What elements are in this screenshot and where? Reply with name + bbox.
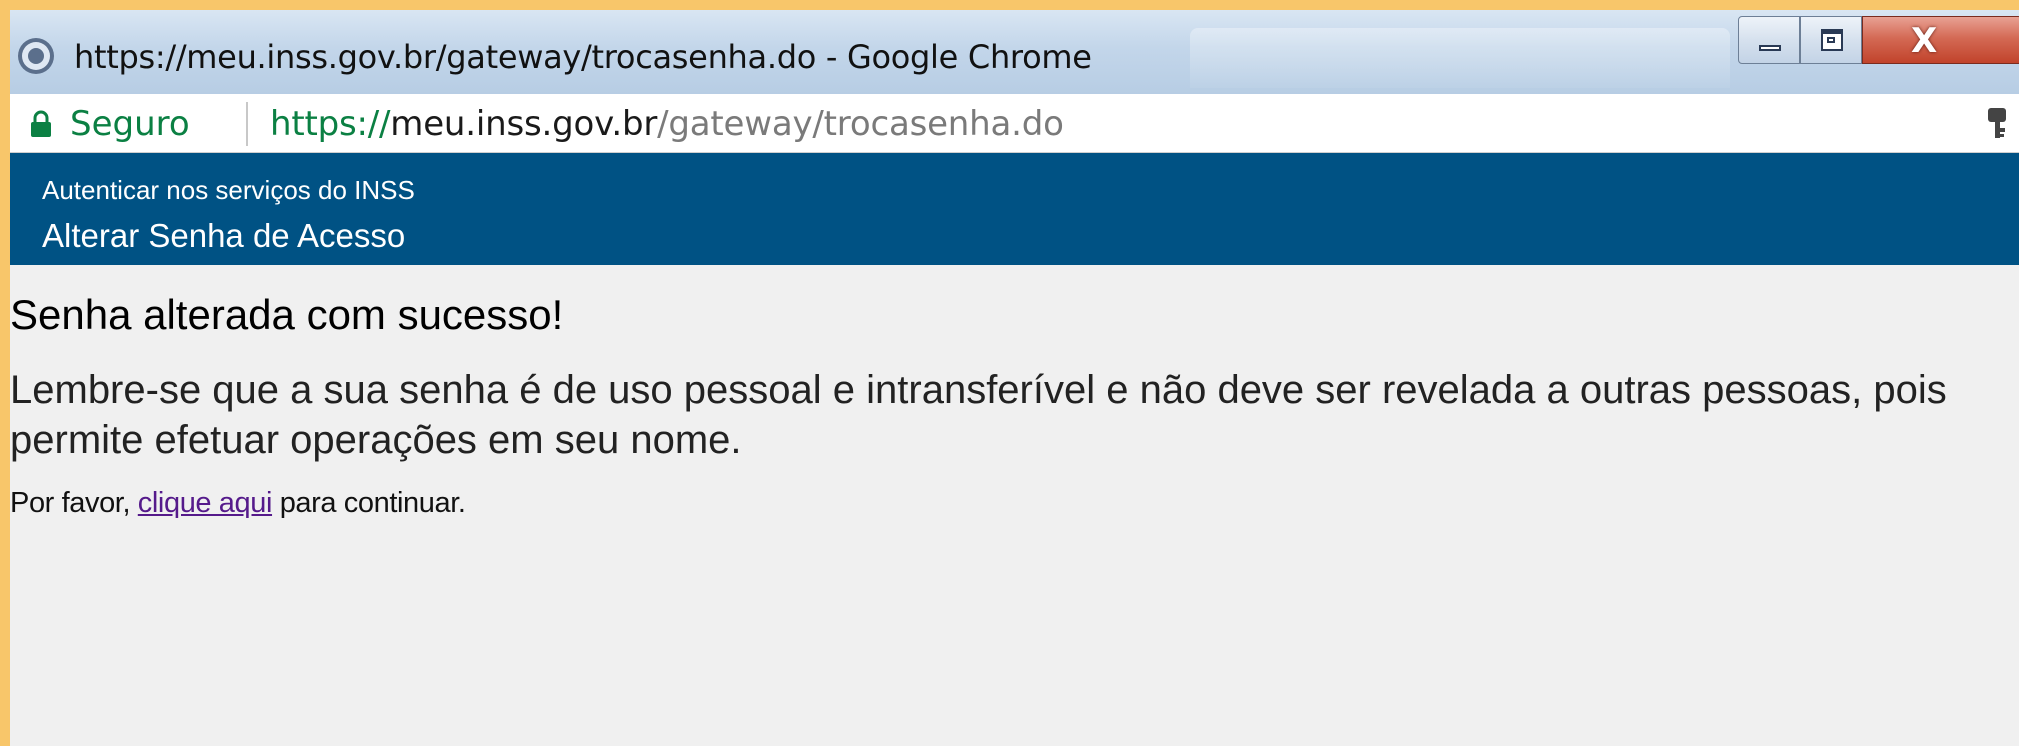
header-title: Alterar Senha de Acesso	[42, 217, 406, 254]
background-tab	[1190, 28, 1730, 88]
chrome-app-icon	[18, 38, 54, 74]
continue-link[interactable]: clique aqui	[138, 487, 273, 519]
url-text[interactable]: https://meu.inss.gov.br/gateway/trocasen…	[270, 104, 1064, 144]
window-title: https://meu.inss.gov.br/gateway/trocasen…	[74, 38, 1092, 76]
maximize-button[interactable]	[1800, 16, 1862, 64]
close-button[interactable]: X	[1862, 16, 2019, 64]
url-host: meu.inss.gov.br	[390, 104, 658, 144]
header-subtitle: Autenticar nos serviços do INSS	[42, 175, 415, 205]
secure-label[interactable]: Seguro	[70, 104, 190, 144]
maximize-icon	[1821, 29, 1843, 51]
address-bar[interactable]: Seguro https://meu.inss.gov.br/gateway/t…	[10, 94, 2019, 154]
close-icon: X	[1911, 21, 1938, 61]
minimize-icon	[1759, 45, 1781, 51]
browser-window: https://meu.inss.gov.br/gateway/trocasen…	[10, 10, 2019, 746]
continue-line: Por favor, clique aqui para continuar.	[10, 487, 466, 520]
window-controls: X	[1738, 16, 2019, 70]
success-heading: Senha alterada com sucesso!	[10, 291, 564, 338]
url-path: /gateway/trocasenha.do	[657, 104, 1064, 144]
password-reminder: Lembre-se que a sua senha é de uso pesso…	[10, 368, 1947, 462]
inss-header: Autenticar nos serviços do INSS Alterar …	[10, 153, 2019, 265]
continue-suffix: para continuar.	[272, 487, 466, 519]
url-scheme: https://	[270, 104, 391, 144]
continue-prefix: Por favor,	[10, 487, 138, 519]
title-bar: https://meu.inss.gov.br/gateway/trocasen…	[10, 10, 2019, 94]
key-icon[interactable]	[1982, 106, 2012, 142]
lock-icon	[31, 110, 51, 137]
minimize-button[interactable]	[1738, 16, 1800, 64]
main-content: Senha alterada com sucesso! Lembre-se qu…	[10, 265, 2019, 746]
address-separator	[246, 102, 248, 146]
